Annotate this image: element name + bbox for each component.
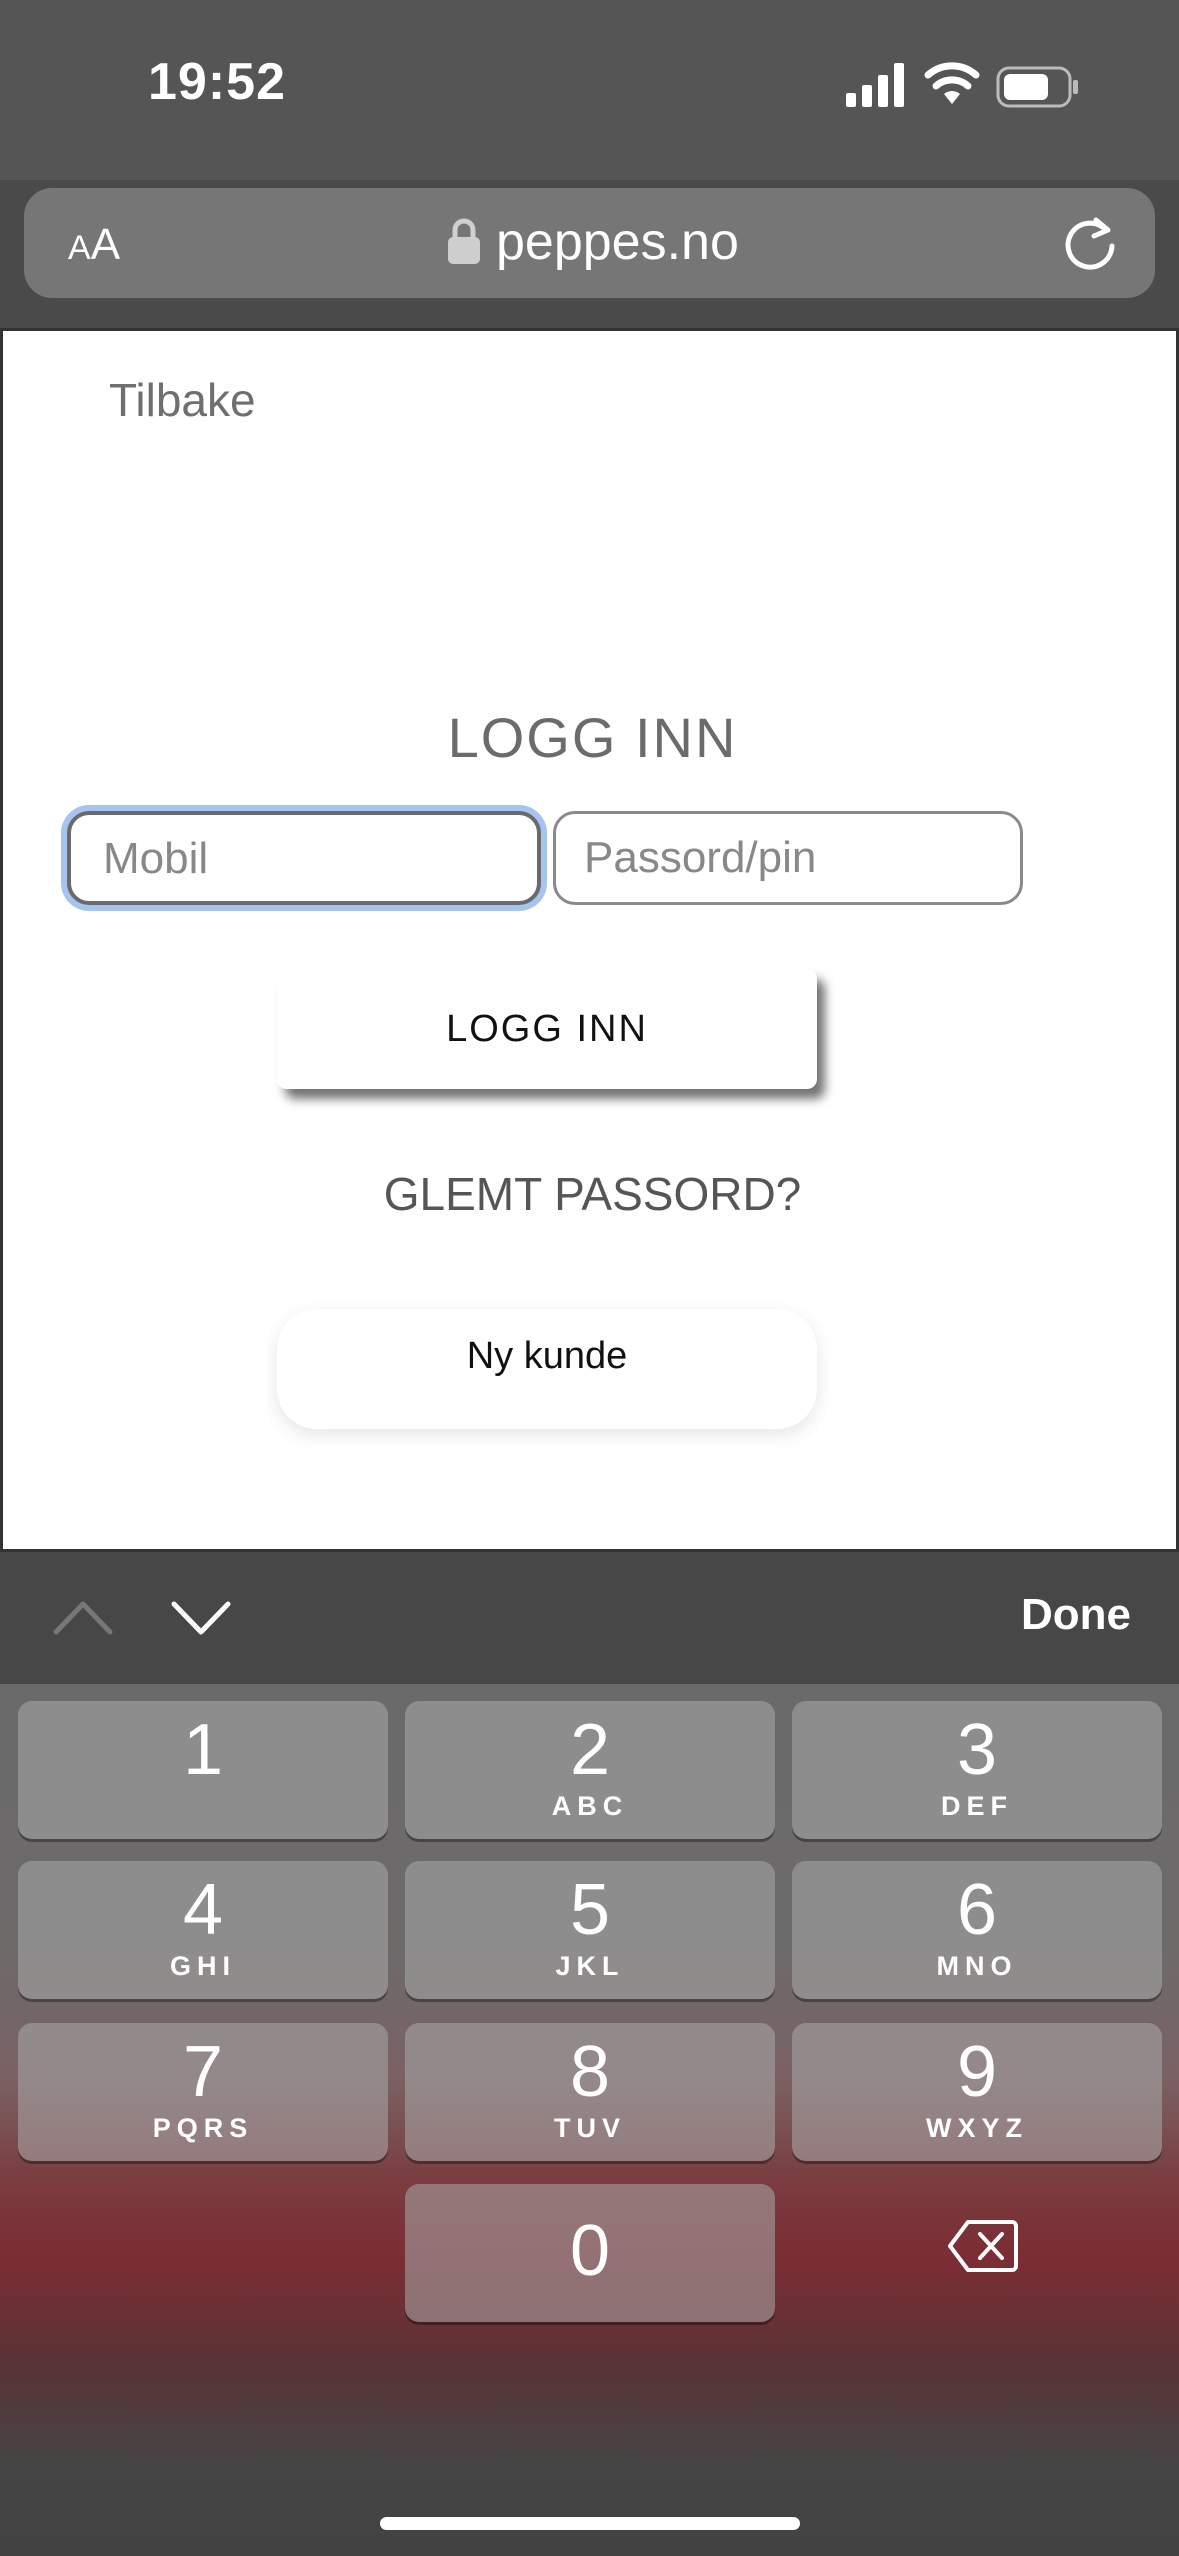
key-digit: 5: [569, 1870, 611, 1950]
key-digit: 3: [956, 1710, 998, 1790]
key-letters: ABC: [551, 1791, 629, 1821]
key-6[interactable]: 6 MNO: [792, 1861, 1162, 1999]
url-text: peppes.no: [496, 213, 739, 271]
key-letters: GHI: [169, 1951, 236, 1981]
key-digit: 7: [182, 2032, 224, 2112]
key-digit: 2: [569, 1710, 611, 1790]
password-input[interactable]: Passord/pin: [553, 811, 1023, 905]
key-digit: 9: [956, 2032, 998, 2112]
status-time: 19:52: [148, 53, 286, 111]
key-digit: 6: [956, 1870, 998, 1950]
signal-icon: [846, 63, 904, 107]
login-button[interactable]: LOGG INN: [277, 969, 817, 1089]
aa-small-label: A: [68, 229, 91, 267]
forgot-password-link[interactable]: GLEMT PASSORD?: [3, 1167, 1179, 1221]
key-letters: DEF: [941, 1791, 1013, 1821]
key-4[interactable]: 4 GHI: [18, 1861, 388, 1999]
key-letters: MNO: [936, 1951, 1018, 1981]
chevron-up-icon[interactable]: [50, 1592, 116, 1642]
key-1[interactable]: 1: [18, 1701, 388, 1839]
key-2[interactable]: 2 ABC: [405, 1701, 775, 1839]
done-button[interactable]: Done: [1021, 1590, 1131, 1640]
key-digit: 4: [182, 1870, 224, 1950]
key-digit: 1: [182, 1710, 224, 1790]
key-digit: 8: [569, 2032, 611, 2112]
key-7[interactable]: 7 PQRS: [18, 2023, 388, 2161]
chevron-down-icon[interactable]: [168, 1592, 234, 1642]
wifi-icon: [924, 62, 980, 104]
key-8[interactable]: 8 TUV: [405, 2023, 775, 2161]
new-customer-button[interactable]: Ny kunde: [277, 1309, 817, 1429]
battery-icon: [996, 66, 1078, 108]
reader-settings-button[interactable]: AA: [68, 220, 120, 270]
key-3[interactable]: 3 DEF: [792, 1701, 1162, 1839]
mobile-input[interactable]: Mobil: [67, 811, 541, 905]
page-title: LOGG INN: [447, 706, 738, 769]
reload-icon[interactable]: [1060, 216, 1120, 272]
key-letters: TUV: [554, 2113, 626, 2143]
web-content: Tilbake LOGG INN Mobil Passord/pin LOGG …: [0, 328, 1179, 1552]
key-letters: PQRS: [152, 2113, 254, 2143]
home-indicator: [380, 2517, 800, 2530]
keyboard-accessory-bar: Done: [0, 1552, 1179, 1684]
key-letters: WXYZ: [926, 2113, 1028, 2143]
delete-icon[interactable]: [948, 2218, 1018, 2274]
key-0[interactable]: 0: [405, 2184, 775, 2322]
back-link[interactable]: Tilbake: [109, 373, 256, 427]
aa-large-label: A: [90, 220, 121, 269]
lock-icon: [448, 218, 480, 264]
status-bar: 19:52: [0, 0, 1179, 180]
address-bar[interactable]: AA peppes.no: [24, 188, 1155, 298]
key-5[interactable]: 5 JKL: [405, 1861, 775, 1999]
key-digit: 0: [569, 2211, 611, 2291]
key-letters: JKL: [555, 1951, 625, 1981]
key-9[interactable]: 9 WXYZ: [792, 2023, 1162, 2161]
